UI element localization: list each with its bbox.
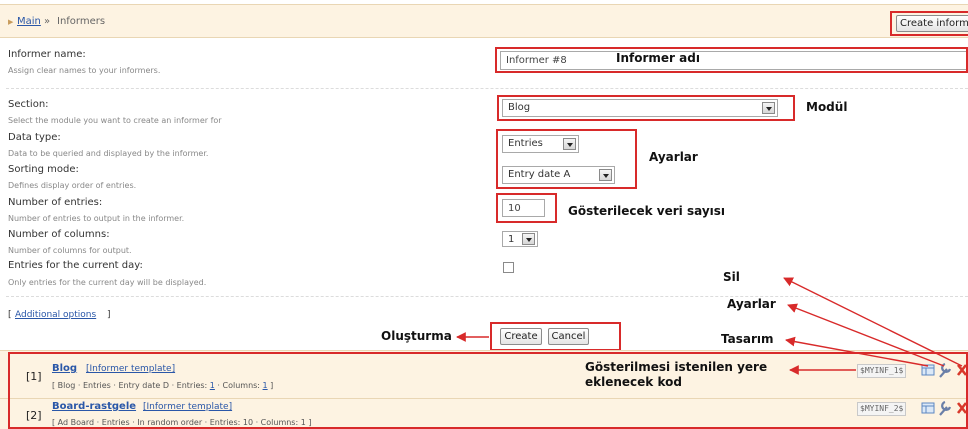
annotation-arrows (456, 277, 963, 375)
design-icon[interactable] (921, 402, 935, 414)
design-icon[interactable] (921, 364, 935, 376)
annotation-overlay (456, 277, 968, 416)
settings-wrench-icon[interactable] (939, 362, 952, 378)
settings-wrench-icon[interactable] (939, 400, 952, 416)
delete-icon[interactable] (956, 364, 968, 376)
delete-icon[interactable] (956, 402, 968, 414)
